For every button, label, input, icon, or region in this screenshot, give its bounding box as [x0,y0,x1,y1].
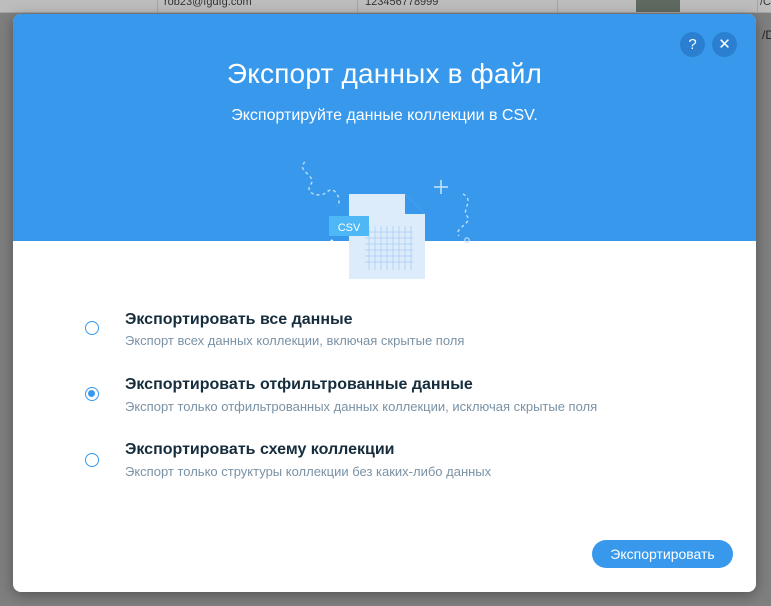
option-title: Экспортировать отфильтрованные данные [125,376,473,393]
background-table-row: rob23@fgdfg.com 123456778999 /C [0,0,771,13]
column-divider [357,0,358,12]
option-export-all[interactable]: Экспортировать все данные Экспорт всех д… [13,309,756,359]
dialog-title: Экспорт данных в файл [226,58,543,89]
dialog-subtitle: Экспортируйте данные коллекции в CSV. [231,107,538,124]
option-title: Экспортировать все данные [125,311,353,328]
option-export-all-radio[interactable] [85,321,99,335]
csv-badge: CSV [338,222,361,234]
export-button[interactable]: Экспортировать [592,540,733,568]
close-icon[interactable]: ✕ [712,32,737,57]
column-divider [757,0,758,12]
cell-phone: 123456778999 [365,0,439,8]
option-export-schema[interactable]: Экспортировать схему коллекции Экспорт т… [13,440,756,490]
export-dialog: ? ✕ Экспорт данных в файл Экспортируйте … [13,14,756,592]
option-description: Экспорт всех данных коллекции, включая с… [125,333,465,348]
cell-email: rob23@fgdfg.com [164,0,252,8]
cell-tail: /C [760,0,771,8]
option-export-filtered[interactable]: Экспортировать отфильтрованные данные Эк… [13,375,756,425]
background-side-text: /D [762,28,771,42]
help-icon[interactable]: ? [680,32,705,57]
column-divider [157,0,158,12]
cell-image-thumbnail [636,0,680,12]
csv-file-illustration: CSV [301,161,470,279]
option-description: Экспорт только структуры коллекции без к… [125,464,492,479]
option-export-filtered-radio[interactable] [85,387,99,401]
column-divider [557,0,558,12]
option-export-schema-radio[interactable] [85,453,99,467]
option-title: Экспортировать схему коллекции [125,441,395,458]
option-description: Экспорт только отфильтрованных данных ко… [125,399,598,414]
